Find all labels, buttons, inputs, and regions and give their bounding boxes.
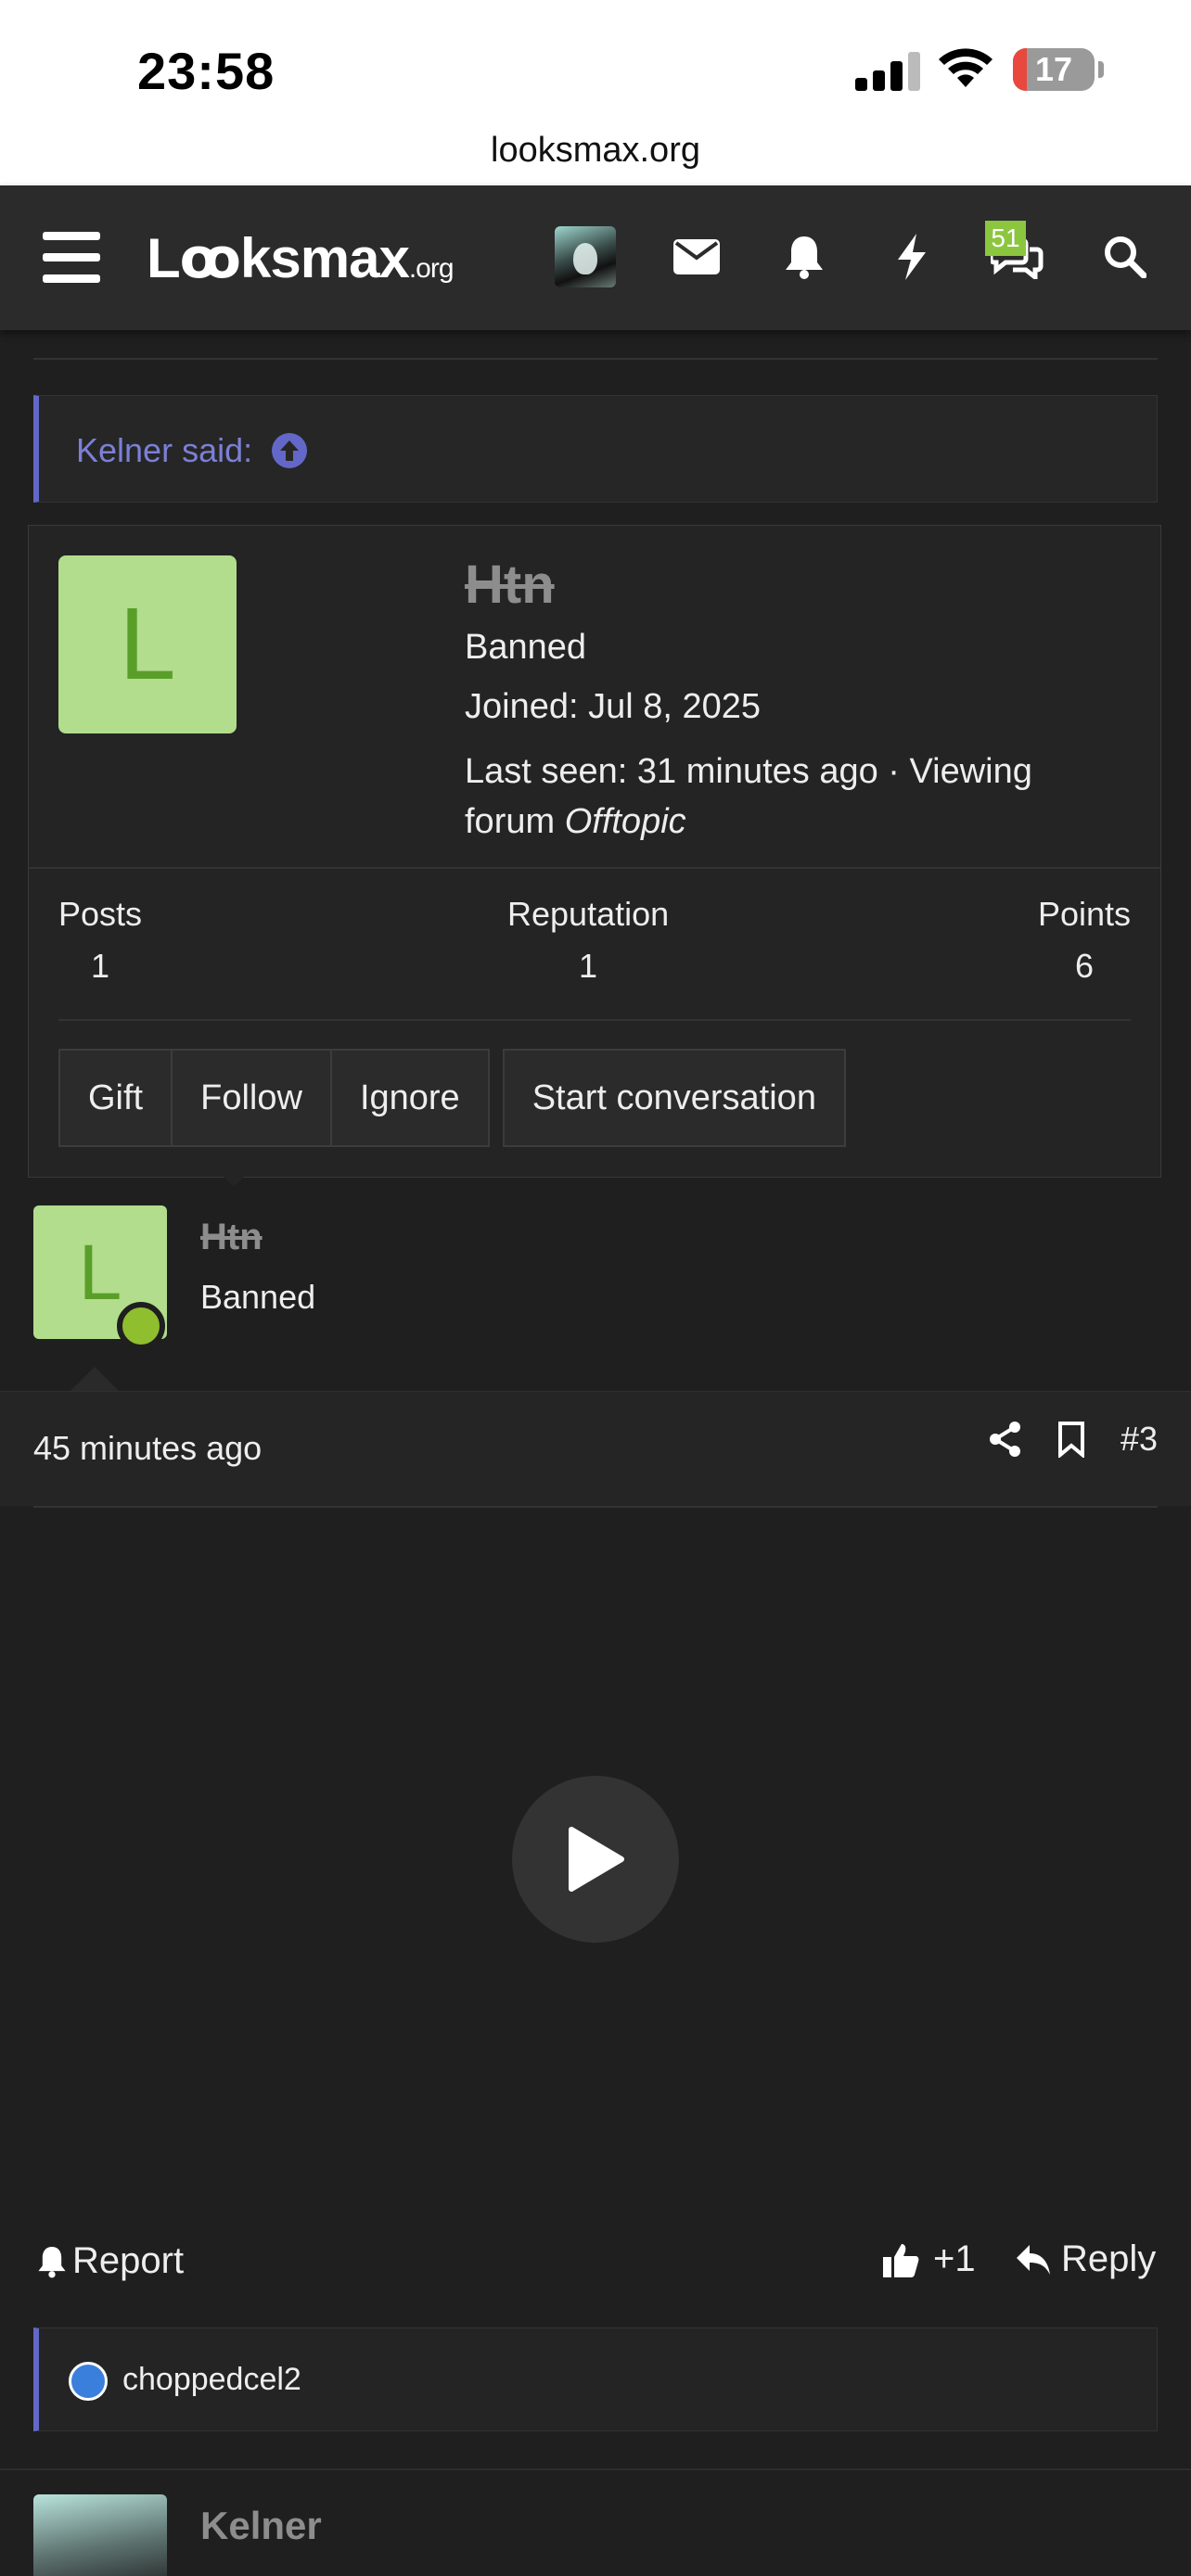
wifi-icon xyxy=(939,48,992,87)
online-status-indicator xyxy=(117,1302,165,1350)
avatar-tail xyxy=(70,1367,119,1391)
post-actions-bar: Report +1 Reply xyxy=(0,2216,1191,2309)
bolt-icon[interactable] xyxy=(881,226,942,287)
user-avatar[interactable] xyxy=(555,226,616,287)
reactions-bar[interactable]: choppedcel2 xyxy=(33,2327,1158,2431)
member-last-seen: Last seen: 31 minutes ago · Viewing foru… xyxy=(465,746,1114,847)
menu-icon[interactable] xyxy=(43,232,100,284)
follow-button[interactable]: Follow xyxy=(173,1049,332,1147)
status-time: 23:58 xyxy=(137,42,275,100)
play-icon xyxy=(569,1827,624,1892)
member-name[interactable]: Htn xyxy=(465,554,555,616)
post-meta-bar: 45 minutes ago #3 xyxy=(0,1391,1191,1506)
member-tooltip-card: L Htn Banned Joined: Jul 8, 2025 Last se… xyxy=(28,525,1161,1178)
share-icon[interactable] xyxy=(989,1421,1022,1458)
divider xyxy=(0,2468,1191,2470)
post-time[interactable]: 45 minutes ago xyxy=(33,1429,262,1468)
envelope-icon[interactable] xyxy=(666,226,727,287)
member-joined: Joined: Jul 8, 2025 xyxy=(465,687,762,726)
quote-author-link[interactable]: Kelner said: xyxy=(76,431,308,470)
bell-icon xyxy=(38,2246,66,2277)
post-meta-actions: #3 xyxy=(989,1420,1158,1459)
last-seen-text: Last seen: 31 minutes ago · Viewing foru… xyxy=(465,752,1032,841)
post-user-block: L Htn Banned xyxy=(33,1205,1158,1372)
quote-block: Kelner said: xyxy=(33,395,1158,503)
start-conversation-button[interactable]: Start conversation xyxy=(502,1049,846,1147)
next-post-avatar[interactable] xyxy=(33,2494,167,2576)
logo-text: Lꝏksmax xyxy=(147,227,410,289)
messages-badge: 51 xyxy=(985,221,1026,256)
stat-posts: Posts 1 xyxy=(58,895,142,986)
thumbs-up-icon xyxy=(883,2243,919,2277)
post-number[interactable]: #3 xyxy=(1121,1420,1158,1459)
search-icon[interactable] xyxy=(1095,226,1156,287)
stat-points-label: Points xyxy=(1038,895,1132,933)
stat-points: Points 6 xyxy=(1038,895,1131,986)
like-reaction-icon xyxy=(69,2362,108,2401)
stat-points-value[interactable]: 6 xyxy=(1038,947,1131,986)
cellular-signal-icon xyxy=(855,52,920,91)
battery-icon: 17 xyxy=(1013,48,1095,91)
stat-reputation-label: Reputation xyxy=(507,895,670,933)
divider xyxy=(58,1019,1131,1021)
bookmark-icon[interactable] xyxy=(1057,1421,1085,1458)
stat-posts-label: Posts xyxy=(58,895,143,933)
site-logo[interactable]: Lꝏksmax.org xyxy=(147,226,455,291)
last-seen-forum-link[interactable]: Offtopic xyxy=(565,802,686,841)
reply-button[interactable]: Reply xyxy=(1015,2238,1156,2280)
like-count: +1 xyxy=(933,2238,976,2279)
stat-reputation: Reputation 1 xyxy=(507,895,669,986)
divider xyxy=(33,358,1158,360)
ignore-button[interactable]: Ignore xyxy=(331,1049,490,1147)
next-post-username[interactable]: Kelner xyxy=(200,2504,322,2548)
post-user-title: Banned xyxy=(200,1278,316,1316)
tooltip-arrow xyxy=(213,1167,254,1187)
reaction-user[interactable]: choppedcel2 xyxy=(122,2362,301,2398)
stat-reputation-value: 1 xyxy=(579,947,598,985)
reply-arrow-icon xyxy=(1017,2244,1050,2275)
gift-button[interactable]: Gift xyxy=(58,1049,173,1147)
status-bar: 23:58 17 xyxy=(0,0,1191,122)
bell-icon[interactable] xyxy=(774,226,835,287)
video-embed[interactable] xyxy=(0,1508,1191,2222)
stat-posts-value[interactable]: 1 xyxy=(58,947,142,986)
post-username[interactable]: Htn xyxy=(200,1217,263,1258)
arrow-up-circle-icon[interactable] xyxy=(271,432,308,469)
reply-label: Reply xyxy=(1061,2238,1157,2279)
like-button[interactable]: +1 xyxy=(881,2238,976,2280)
member-avatar[interactable]: L xyxy=(58,555,237,733)
member-actions: Gift Follow Ignore Start conversation xyxy=(58,1049,846,1147)
quote-author-label: Kelner said: xyxy=(76,431,253,469)
logo-suffix: .org xyxy=(408,253,455,284)
divider xyxy=(29,867,1160,869)
report-link[interactable]: Report xyxy=(37,2240,184,2282)
url-bar[interactable]: looksmax.org xyxy=(0,122,1191,185)
site-header: Lꝏksmax.org xyxy=(0,185,1191,330)
report-label: Report xyxy=(72,2240,185,2281)
battery-percent: 17 xyxy=(1034,50,1073,88)
member-user-title: Banned xyxy=(465,628,587,667)
battery-nub xyxy=(1098,61,1104,78)
play-button[interactable] xyxy=(512,1776,679,1943)
